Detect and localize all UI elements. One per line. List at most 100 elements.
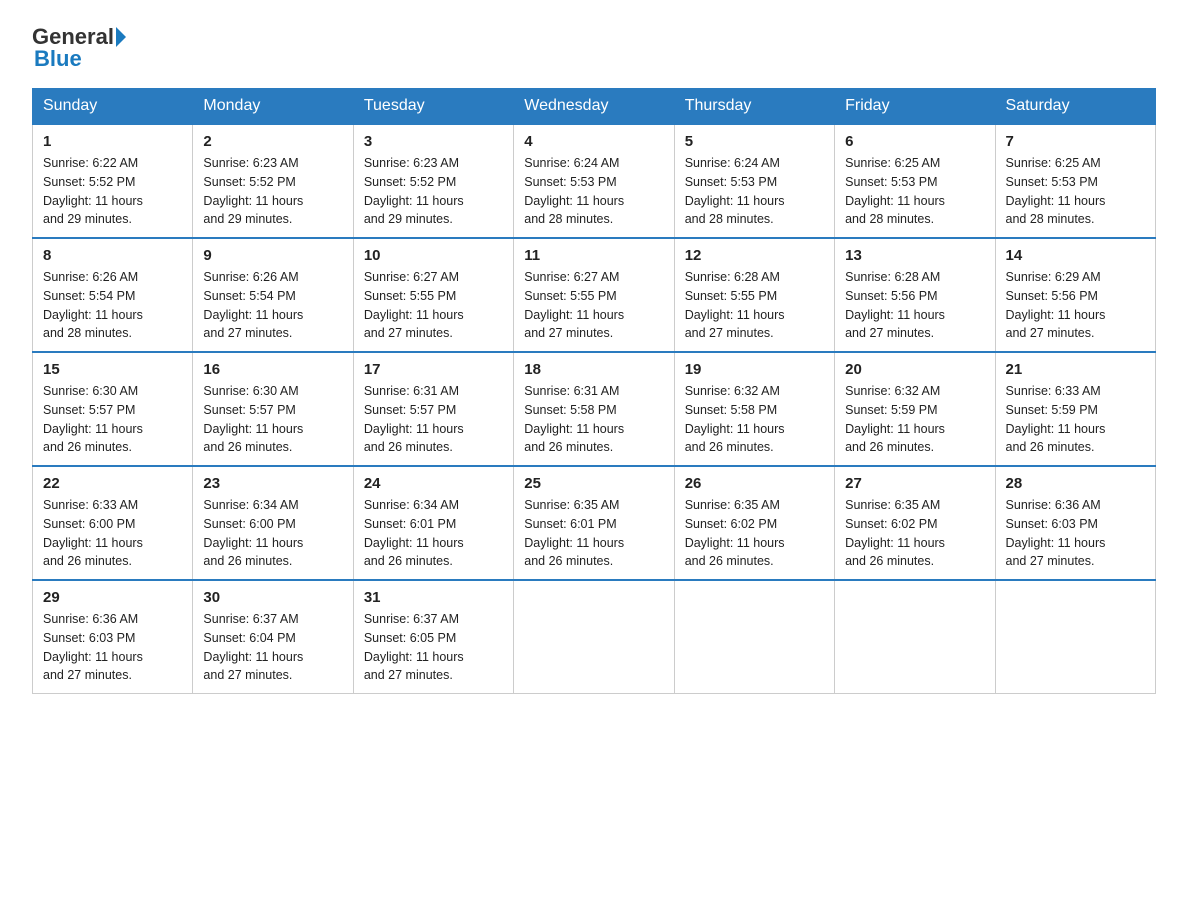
day-info: Sunrise: 6:31 AM Sunset: 5:58 PM Dayligh… [524,382,663,457]
day-number: 22 [43,475,182,492]
calendar-cell: 8 Sunrise: 6:26 AM Sunset: 5:54 PM Dayli… [33,238,193,352]
day-info: Sunrise: 6:24 AM Sunset: 5:53 PM Dayligh… [685,154,824,229]
weekday-header-friday: Friday [835,89,995,125]
calendar-cell: 28 Sunrise: 6:36 AM Sunset: 6:03 PM Dayl… [995,466,1155,580]
day-number: 13 [845,247,984,264]
day-info: Sunrise: 6:33 AM Sunset: 6:00 PM Dayligh… [43,496,182,571]
logo-triangle-icon [116,27,126,47]
day-number: 25 [524,475,663,492]
day-number: 7 [1006,133,1145,150]
calendar-cell: 1 Sunrise: 6:22 AM Sunset: 5:52 PM Dayli… [33,124,193,238]
calendar-cell [514,580,674,694]
day-info: Sunrise: 6:27 AM Sunset: 5:55 PM Dayligh… [364,268,503,343]
day-number: 28 [1006,475,1145,492]
calendar-cell: 2 Sunrise: 6:23 AM Sunset: 5:52 PM Dayli… [193,124,353,238]
calendar-cell: 10 Sunrise: 6:27 AM Sunset: 5:55 PM Dayl… [353,238,513,352]
day-info: Sunrise: 6:25 AM Sunset: 5:53 PM Dayligh… [845,154,984,229]
calendar-cell: 19 Sunrise: 6:32 AM Sunset: 5:58 PM Dayl… [674,352,834,466]
calendar-cell: 15 Sunrise: 6:30 AM Sunset: 5:57 PM Dayl… [33,352,193,466]
calendar-cell: 16 Sunrise: 6:30 AM Sunset: 5:57 PM Dayl… [193,352,353,466]
calendar-week-4: 22 Sunrise: 6:33 AM Sunset: 6:00 PM Dayl… [33,466,1156,580]
day-info: Sunrise: 6:33 AM Sunset: 5:59 PM Dayligh… [1006,382,1145,457]
day-number: 18 [524,361,663,378]
calendar-cell: 22 Sunrise: 6:33 AM Sunset: 6:00 PM Dayl… [33,466,193,580]
day-info: Sunrise: 6:26 AM Sunset: 5:54 PM Dayligh… [203,268,342,343]
day-info: Sunrise: 6:34 AM Sunset: 6:01 PM Dayligh… [364,496,503,571]
day-number: 17 [364,361,503,378]
day-info: Sunrise: 6:25 AM Sunset: 5:53 PM Dayligh… [1006,154,1145,229]
day-info: Sunrise: 6:28 AM Sunset: 5:56 PM Dayligh… [845,268,984,343]
day-info: Sunrise: 6:32 AM Sunset: 5:59 PM Dayligh… [845,382,984,457]
day-number: 3 [364,133,503,150]
calendar-cell: 20 Sunrise: 6:32 AM Sunset: 5:59 PM Dayl… [835,352,995,466]
calendar-cell: 17 Sunrise: 6:31 AM Sunset: 5:57 PM Dayl… [353,352,513,466]
day-number: 6 [845,133,984,150]
weekday-header-tuesday: Tuesday [353,89,513,125]
day-info: Sunrise: 6:30 AM Sunset: 5:57 PM Dayligh… [43,382,182,457]
day-number: 21 [1006,361,1145,378]
calendar-cell: 30 Sunrise: 6:37 AM Sunset: 6:04 PM Dayl… [193,580,353,694]
day-number: 31 [364,589,503,606]
day-info: Sunrise: 6:27 AM Sunset: 5:55 PM Dayligh… [524,268,663,343]
calendar-cell: 6 Sunrise: 6:25 AM Sunset: 5:53 PM Dayli… [835,124,995,238]
day-number: 1 [43,133,182,150]
page-header: General Blue [32,24,1156,72]
day-number: 27 [845,475,984,492]
day-info: Sunrise: 6:37 AM Sunset: 6:05 PM Dayligh… [364,610,503,685]
day-number: 15 [43,361,182,378]
calendar-cell: 5 Sunrise: 6:24 AM Sunset: 5:53 PM Dayli… [674,124,834,238]
calendar-cell: 11 Sunrise: 6:27 AM Sunset: 5:55 PM Dayl… [514,238,674,352]
day-info: Sunrise: 6:26 AM Sunset: 5:54 PM Dayligh… [43,268,182,343]
day-number: 5 [685,133,824,150]
day-info: Sunrise: 6:23 AM Sunset: 5:52 PM Dayligh… [203,154,342,229]
day-info: Sunrise: 6:29 AM Sunset: 5:56 PM Dayligh… [1006,268,1145,343]
calendar-cell [835,580,995,694]
day-number: 9 [203,247,342,264]
calendar-cell [995,580,1155,694]
day-number: 12 [685,247,824,264]
day-number: 29 [43,589,182,606]
day-info: Sunrise: 6:22 AM Sunset: 5:52 PM Dayligh… [43,154,182,229]
weekday-header-monday: Monday [193,89,353,125]
day-number: 10 [364,247,503,264]
day-info: Sunrise: 6:34 AM Sunset: 6:00 PM Dayligh… [203,496,342,571]
day-number: 24 [364,475,503,492]
calendar-week-5: 29 Sunrise: 6:36 AM Sunset: 6:03 PM Dayl… [33,580,1156,694]
calendar-cell: 13 Sunrise: 6:28 AM Sunset: 5:56 PM Dayl… [835,238,995,352]
day-info: Sunrise: 6:36 AM Sunset: 6:03 PM Dayligh… [1006,496,1145,571]
calendar-cell: 23 Sunrise: 6:34 AM Sunset: 6:00 PM Dayl… [193,466,353,580]
day-number: 11 [524,247,663,264]
calendar-cell: 31 Sunrise: 6:37 AM Sunset: 6:05 PM Dayl… [353,580,513,694]
calendar-cell: 14 Sunrise: 6:29 AM Sunset: 5:56 PM Dayl… [995,238,1155,352]
calendar-week-3: 15 Sunrise: 6:30 AM Sunset: 5:57 PM Dayl… [33,352,1156,466]
day-number: 20 [845,361,984,378]
calendar-cell: 3 Sunrise: 6:23 AM Sunset: 5:52 PM Dayli… [353,124,513,238]
day-info: Sunrise: 6:35 AM Sunset: 6:02 PM Dayligh… [845,496,984,571]
day-number: 2 [203,133,342,150]
weekday-header-thursday: Thursday [674,89,834,125]
calendar-table: SundayMondayTuesdayWednesdayThursdayFrid… [32,88,1156,694]
day-info: Sunrise: 6:31 AM Sunset: 5:57 PM Dayligh… [364,382,503,457]
calendar-cell: 18 Sunrise: 6:31 AM Sunset: 5:58 PM Dayl… [514,352,674,466]
day-info: Sunrise: 6:24 AM Sunset: 5:53 PM Dayligh… [524,154,663,229]
day-info: Sunrise: 6:32 AM Sunset: 5:58 PM Dayligh… [685,382,824,457]
day-info: Sunrise: 6:37 AM Sunset: 6:04 PM Dayligh… [203,610,342,685]
calendar-cell [674,580,834,694]
weekday-header-sunday: Sunday [33,89,193,125]
day-info: Sunrise: 6:35 AM Sunset: 6:01 PM Dayligh… [524,496,663,571]
day-info: Sunrise: 6:30 AM Sunset: 5:57 PM Dayligh… [203,382,342,457]
calendar-cell: 9 Sunrise: 6:26 AM Sunset: 5:54 PM Dayli… [193,238,353,352]
day-number: 14 [1006,247,1145,264]
calendar-week-2: 8 Sunrise: 6:26 AM Sunset: 5:54 PM Dayli… [33,238,1156,352]
calendar-cell: 26 Sunrise: 6:35 AM Sunset: 6:02 PM Dayl… [674,466,834,580]
calendar-cell: 21 Sunrise: 6:33 AM Sunset: 5:59 PM Dayl… [995,352,1155,466]
calendar-cell: 29 Sunrise: 6:36 AM Sunset: 6:03 PM Dayl… [33,580,193,694]
calendar-cell: 24 Sunrise: 6:34 AM Sunset: 6:01 PM Dayl… [353,466,513,580]
day-info: Sunrise: 6:28 AM Sunset: 5:55 PM Dayligh… [685,268,824,343]
day-number: 30 [203,589,342,606]
calendar-cell: 7 Sunrise: 6:25 AM Sunset: 5:53 PM Dayli… [995,124,1155,238]
day-number: 26 [685,475,824,492]
day-number: 16 [203,361,342,378]
calendar-cell: 4 Sunrise: 6:24 AM Sunset: 5:53 PM Dayli… [514,124,674,238]
day-number: 4 [524,133,663,150]
